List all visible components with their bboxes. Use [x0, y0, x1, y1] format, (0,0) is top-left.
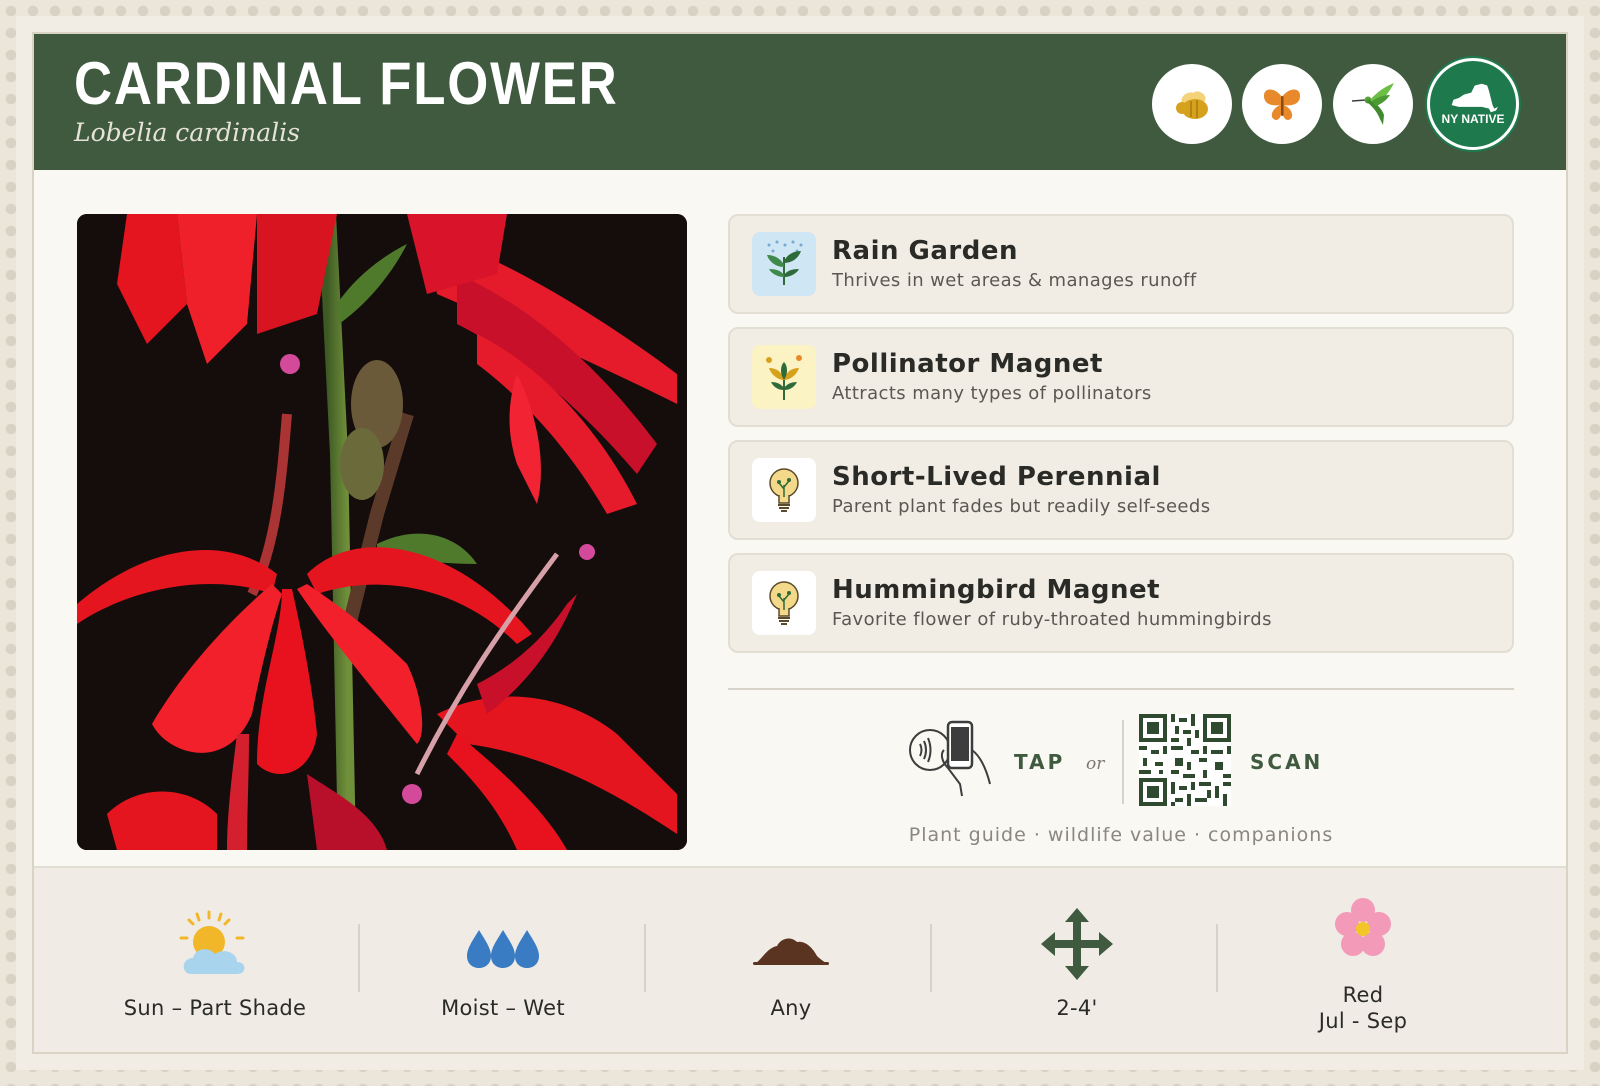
feature-description: Attracts many types of pollinators	[832, 383, 1152, 404]
feature-description: Favorite flower of ruby-throated humming…	[832, 609, 1272, 630]
bee-icon	[1152, 64, 1232, 144]
soil-icon	[753, 938, 829, 965]
feature-title: Rain Garden	[832, 236, 1019, 266]
feature-title: Pollinator Magnet	[832, 349, 1103, 379]
qr-code[interactable]	[1139, 714, 1231, 806]
stat-bloom: Red Jul - Sep	[1218, 868, 1508, 1056]
plant-card: CARDINAL FLOWER Lobelia cardinalis NY NA…	[16, 16, 1584, 1070]
rain-plant-icon	[752, 232, 816, 296]
lightbulb-icon	[752, 458, 816, 522]
spread-arrows-icon	[1041, 908, 1113, 980]
plant-scientific-name: Lobelia cardinalis	[74, 118, 300, 147]
stat-moisture: Moist – Wet	[358, 868, 648, 1056]
feature-title: Hummingbird Magnet	[832, 575, 1161, 605]
feature-hummingbird-magnet: Hummingbird Magnet Favorite flower of ru…	[728, 553, 1514, 653]
lightbulb-icon	[752, 571, 816, 635]
stat-label: 2-4'	[1056, 996, 1098, 1020]
feature-description: Thrives in wet areas & manages runoff	[832, 270, 1197, 291]
bloom-period: Jul - Sep	[1318, 1009, 1408, 1033]
feature-pollinator-magnet: Pollinator Magnet Attracts many types of…	[728, 327, 1514, 427]
water-drops-icon	[467, 930, 539, 968]
stat-light: Sun – Part Shade	[70, 868, 360, 1056]
stat-label: Red Jul - Sep	[1218, 982, 1508, 1034]
section-divider	[728, 688, 1514, 690]
guide-caption: Plant guide · wildlife value · companion…	[908, 824, 1334, 846]
card-frame: CARDINAL FLOWER Lobelia cardinalis NY NA…	[32, 32, 1568, 1054]
hummingbird-icon	[1333, 64, 1413, 144]
pollinator-flower-icon	[752, 345, 816, 409]
feature-title: Short-Lived Perennial	[832, 462, 1161, 492]
plant-photo	[77, 214, 687, 850]
feature-short-lived-perennial: Short-Lived Perennial Parent plant fades…	[728, 440, 1514, 540]
feature-rain-garden: Rain Garden Thrives in wet areas & manag…	[728, 214, 1514, 314]
or-label: or	[1086, 754, 1105, 774]
stat-label: Moist – Wet	[441, 996, 565, 1020]
stat-soil: Any	[646, 868, 936, 1056]
plant-common-name: CARDINAL FLOWER	[74, 50, 619, 117]
scan-label[interactable]: SCAN	[1250, 750, 1323, 774]
ny-state-icon	[1451, 83, 1498, 113]
stat-label: Sun – Part Shade	[123, 996, 307, 1020]
flower-icon	[1335, 898, 1391, 956]
bloom-color: Red	[1342, 983, 1384, 1007]
tap-label[interactable]: TAP	[1014, 750, 1065, 774]
butterfly-icon	[1242, 64, 1322, 144]
stat-label: Any	[770, 996, 812, 1020]
feature-description: Parent plant fades but readily self-seed…	[832, 496, 1211, 517]
sun-cloud-icon	[179, 910, 245, 974]
nfc-tap-phone-icon[interactable]	[904, 710, 998, 800]
ny-native-label: NY NATIVE	[1441, 112, 1505, 126]
ny-native-badge: NY NATIVE	[1427, 58, 1519, 150]
header-bar: CARDINAL FLOWER Lobelia cardinalis NY NA…	[34, 34, 1566, 170]
tap-scan-divider	[1122, 720, 1124, 804]
stat-spread: 2-4'	[932, 868, 1222, 1056]
red-flower-photo	[77, 214, 687, 850]
growing-conditions-strip: Sun – Part Shade Moist – Wet Any 2-4' Re…	[34, 866, 1566, 1052]
